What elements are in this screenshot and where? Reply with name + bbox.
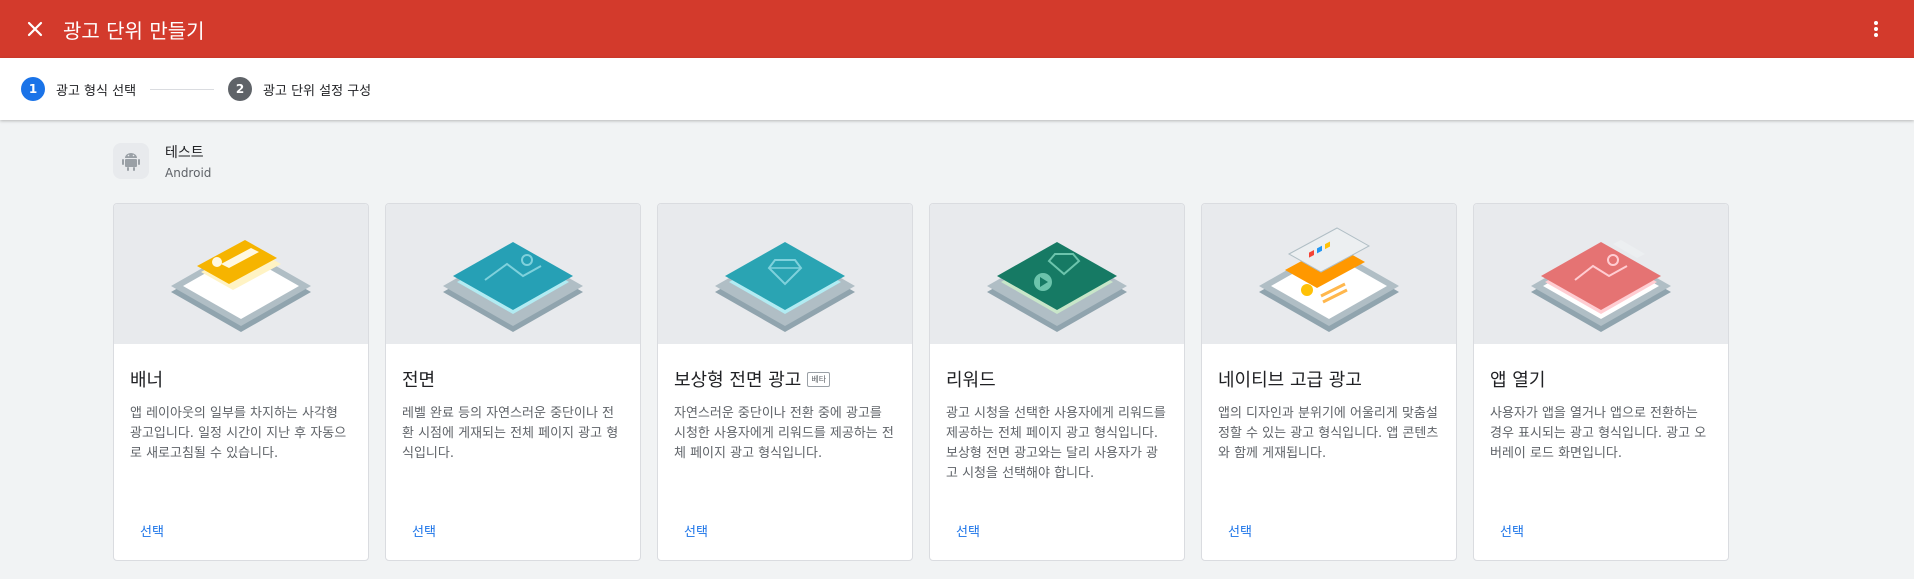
select-button[interactable]: 선택 <box>956 521 980 540</box>
card-title: 전면 <box>402 370 436 391</box>
beta-badge: 베타 <box>807 371 831 387</box>
app-platform: Android <box>165 166 212 180</box>
select-button[interactable]: 선택 <box>1500 521 1524 540</box>
step-configure-settings[interactable]: 2 광고 단위 설정 구성 <box>228 77 371 101</box>
step-number: 2 <box>228 77 253 101</box>
card-title-text: 보상형 전면 광고 <box>674 370 802 391</box>
close-button[interactable] <box>17 11 53 47</box>
step-number: 1 <box>21 77 45 101</box>
close-icon <box>27 21 43 37</box>
card-title: 앱 열기 <box>1490 370 1546 391</box>
app-info: 테스트 Android <box>113 142 211 180</box>
step-label: 광고 형식 선택 <box>56 83 137 99</box>
native-illustration <box>1202 204 1456 344</box>
more-vert-icon <box>1874 21 1878 37</box>
rewarded-interstitial-illustration <box>658 204 912 344</box>
card-description: 자연스러운 중단이나 전환 중에 광고를 시청한 사용자에게 리워드를 제공하는… <box>674 406 894 461</box>
select-button[interactable]: 선택 <box>684 521 708 540</box>
app-open-illustration <box>1474 204 1728 344</box>
select-button[interactable]: 선택 <box>1228 521 1252 540</box>
interstitial-illustration <box>386 204 640 344</box>
app-name: 테스트 <box>165 145 204 161</box>
ad-format-card-app-open[interactable]: 앱 열기 사용자가 앱을 열거나 앱으로 전환하는 경우 표시되는 광고 형식입… <box>1473 203 1729 561</box>
step-select-format[interactable]: 1 광고 형식 선택 <box>21 77 136 101</box>
stepper: 1 광고 형식 선택 2 광고 단위 설정 구성 <box>0 58 1914 120</box>
ad-format-card-rewarded-interstitial[interactable]: 보상형 전면 광고 베타 자연스러운 중단이나 전환 중에 광고를 시청한 사용… <box>657 203 913 561</box>
select-button[interactable]: 선택 <box>140 521 164 540</box>
card-description: 레벨 완료 등의 자연스러운 중단이나 전환 시점에 게재되는 전체 페이지 광… <box>402 406 619 461</box>
ad-format-card-rewarded[interactable]: 리워드 광고 시청을 선택한 사용자에게 리워드를 제공하는 전체 페이지 광고… <box>929 203 1185 561</box>
card-description: 광고 시청을 선택한 사용자에게 리워드를 제공하는 전체 페이지 광고 형식입… <box>946 406 1166 481</box>
card-title: 네이티브 고급 광고 <box>1218 370 1362 391</box>
page-title: 광고 단위 만들기 <box>63 18 205 43</box>
ad-format-card-native[interactable]: 네이티브 고급 광고 앱의 디자인과 분위기에 어울리게 맞춤설정할 수 있는 … <box>1201 203 1457 561</box>
card-description: 앱의 디자인과 분위기에 어울리게 맞춤설정할 수 있는 광고 형식입니다. 앱… <box>1218 406 1439 461</box>
step-label: 광고 단위 설정 구성 <box>263 83 372 99</box>
card-title: 보상형 전면 광고 베타 <box>674 366 896 392</box>
card-title: 배너 <box>130 370 164 391</box>
rewarded-illustration <box>930 204 1184 344</box>
ad-format-card-interstitial[interactable]: 전면 레벨 완료 등의 자연스러운 중단이나 전환 시점에 게재되는 전체 페이… <box>385 203 641 561</box>
select-button[interactable]: 선택 <box>412 521 436 540</box>
ad-format-cards: 배너 앱 레이아웃의 일부를 차지하는 사각형 광고입니다. 일정 시간이 지난… <box>113 203 1729 561</box>
android-icon <box>113 143 149 179</box>
step-connector <box>150 88 215 90</box>
banner-illustration <box>114 204 368 344</box>
ad-format-card-banner[interactable]: 배너 앱 레이아웃의 일부를 차지하는 사각형 광고입니다. 일정 시간이 지난… <box>113 203 369 561</box>
card-description: 앱 레이아웃의 일부를 차지하는 사각형 광고입니다. 일정 시간이 지난 후 … <box>130 406 347 461</box>
card-title: 리워드 <box>946 370 996 391</box>
card-description: 사용자가 앱을 열거나 앱으로 전환하는 경우 표시되는 광고 형식입니다. 광… <box>1490 406 1707 461</box>
more-options-button[interactable] <box>1858 11 1894 47</box>
top-app-bar: 광고 단위 만들기 <box>0 0 1914 58</box>
